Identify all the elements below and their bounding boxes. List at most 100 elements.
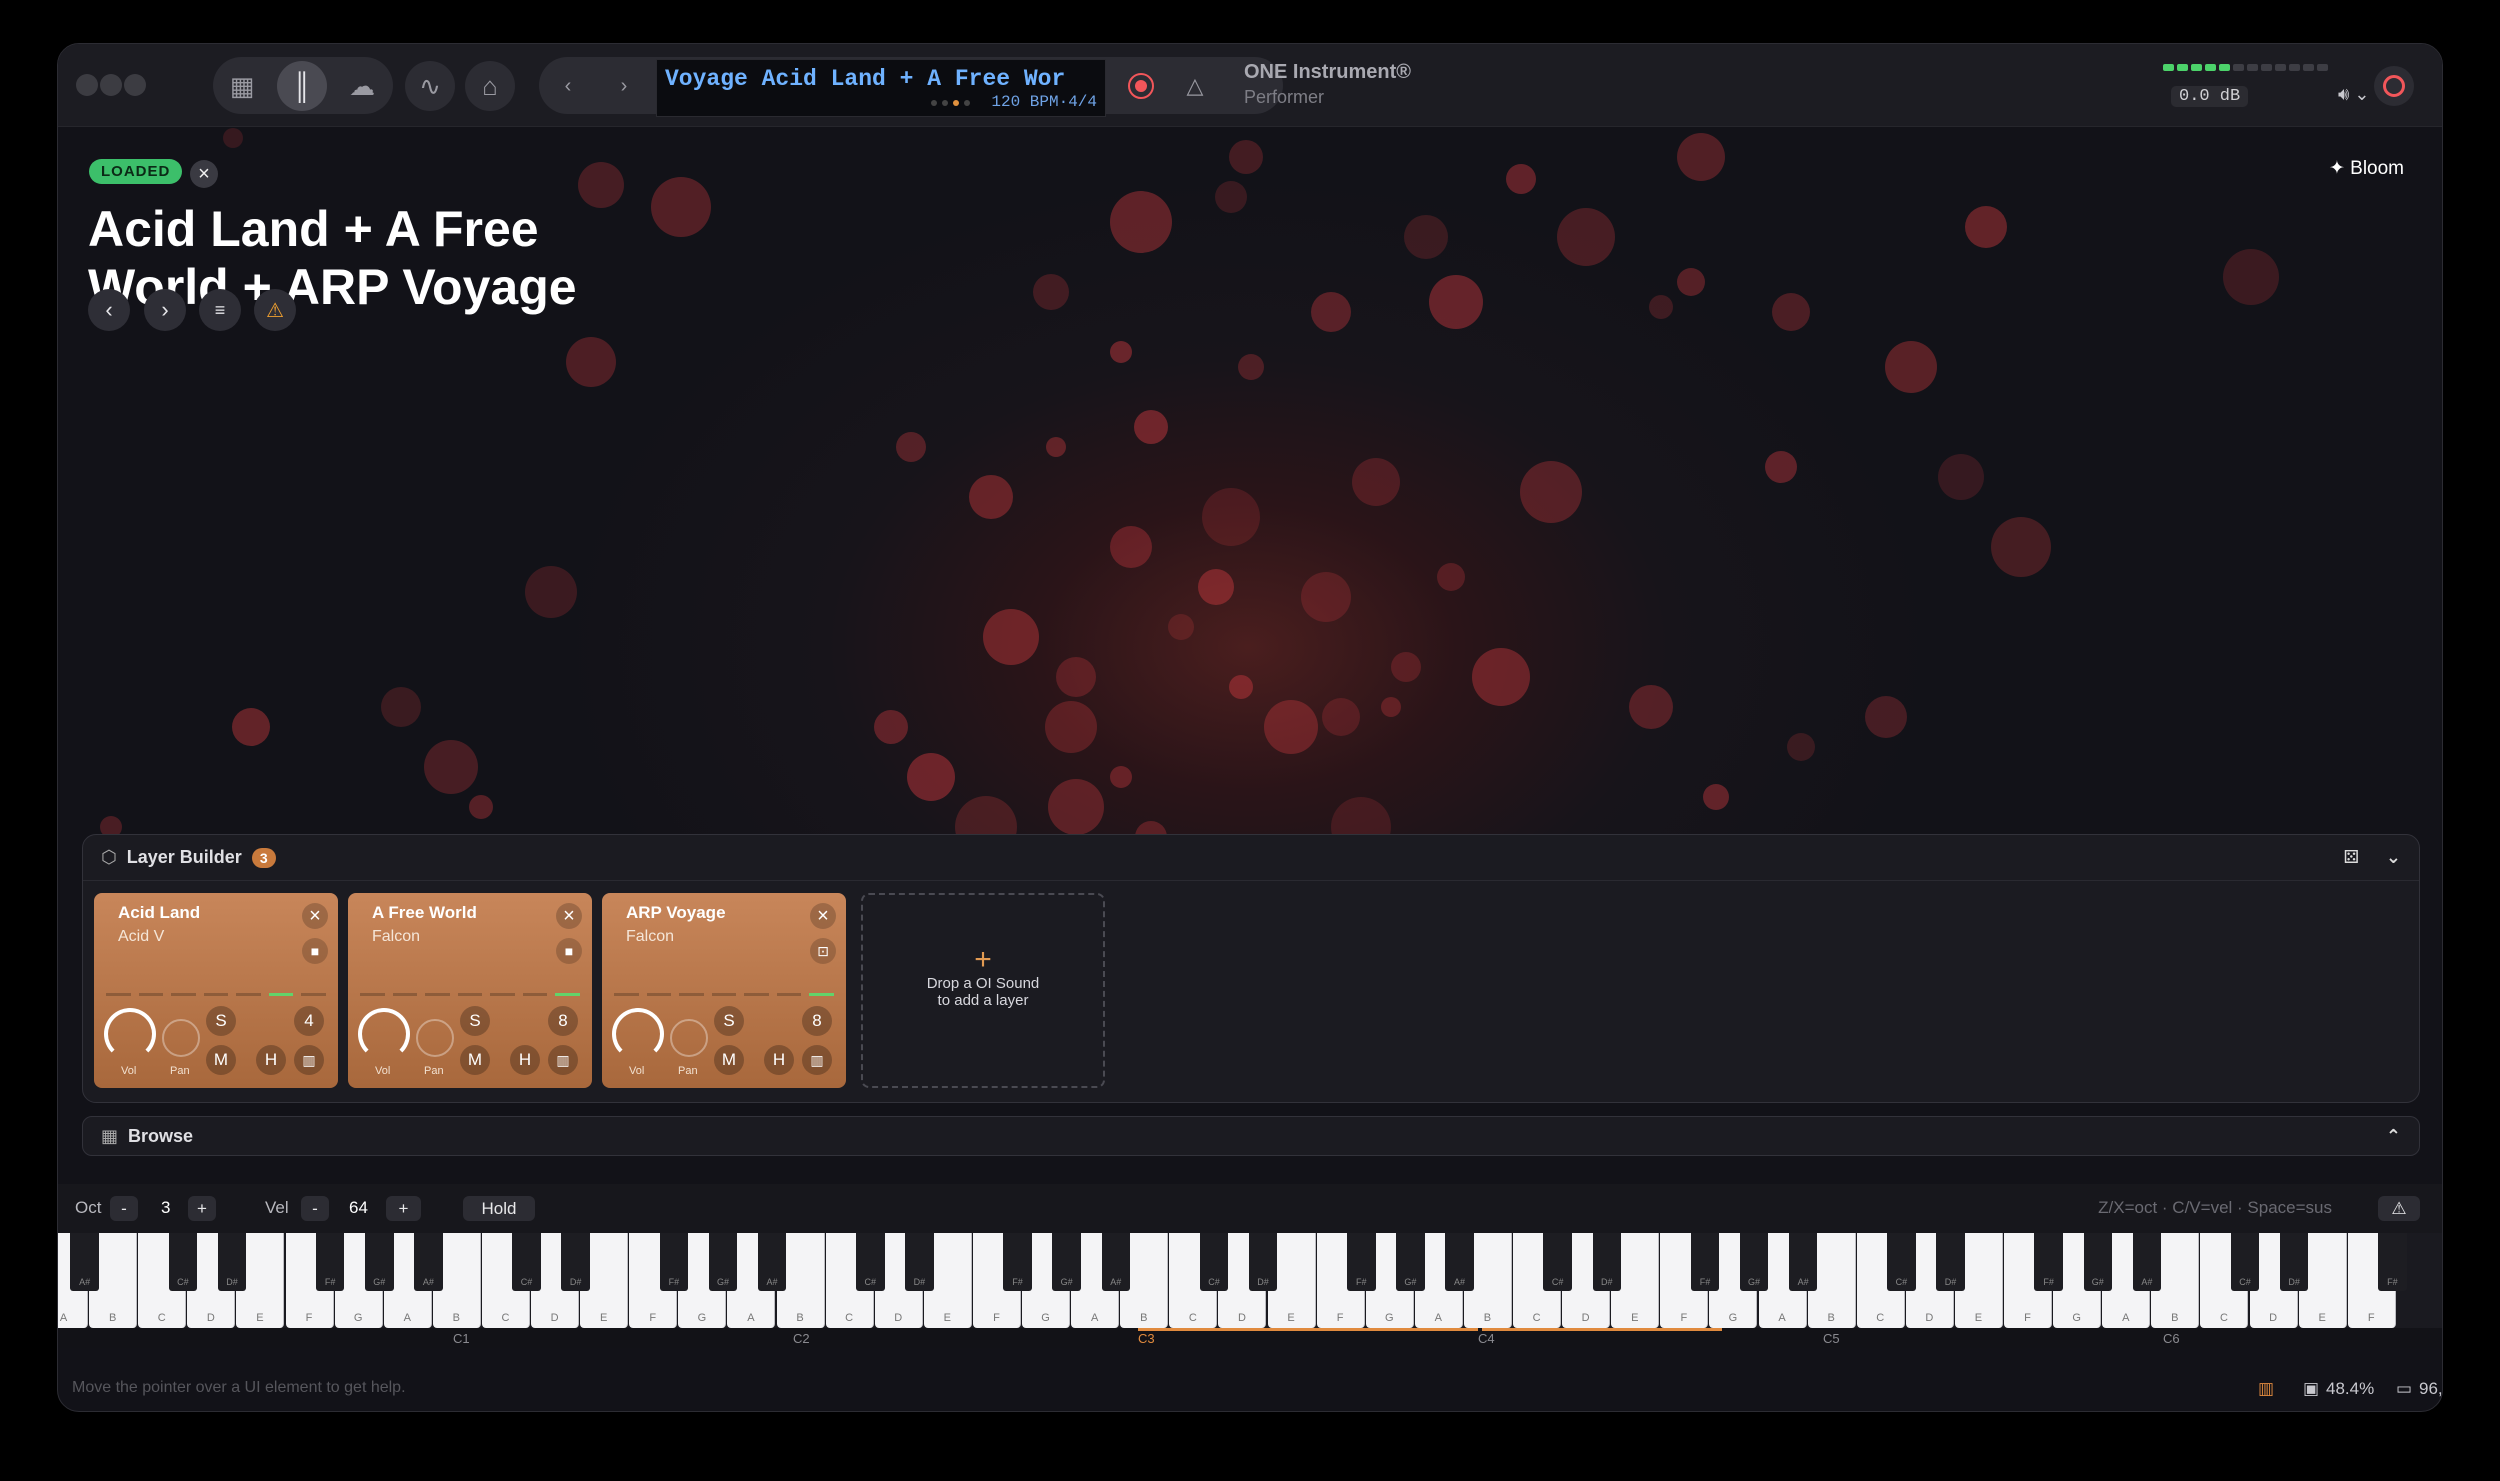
hold-button[interactable]: H: [256, 1045, 286, 1075]
lock-icon[interactable]: ■: [556, 938, 582, 964]
black-key[interactable]: F#: [315, 1233, 345, 1291]
piano-icon[interactable]: ▥: [802, 1045, 832, 1075]
mute-button[interactable]: M: [206, 1045, 236, 1075]
layer-engine: Falcon: [372, 928, 421, 945]
midi-channel[interactable]: 8: [548, 1006, 578, 1036]
pan-knob[interactable]: [416, 1019, 454, 1057]
black-key[interactable]: A#: [1788, 1233, 1818, 1291]
hold-button[interactable]: H: [510, 1045, 540, 1075]
black-key[interactable]: G#: [1396, 1233, 1425, 1291]
black-key[interactable]: G#: [708, 1233, 738, 1291]
layer-drop-zone[interactable]: + Drop a OI Sound to add a layer: [861, 893, 1105, 1088]
black-key[interactable]: A#: [2132, 1233, 2162, 1291]
oct-down-button[interactable]: -: [110, 1196, 138, 1221]
speaker-icon[interactable]: 🔊︎ ⌄: [2338, 84, 2369, 105]
black-key[interactable]: C#: [168, 1233, 198, 1291]
dice-icon[interactable]: ⚄: [2343, 847, 2359, 868]
black-key[interactable]: G#: [365, 1233, 394, 1291]
lock-icon[interactable]: ■: [302, 938, 328, 964]
layer-card[interactable]: A Free World Falcon × ■ Vol Pan S M H 8 …: [348, 893, 592, 1088]
chevron-up-icon[interactable]: ⌃: [2386, 1126, 2401, 1147]
zoom-window-button[interactable]: [124, 74, 146, 96]
black-key[interactable]: A#: [1101, 1233, 1130, 1291]
pan-knob[interactable]: [670, 1019, 708, 1057]
grid-icon[interactable]: ▦: [217, 61, 267, 111]
black-key[interactable]: F#: [659, 1233, 689, 1291]
black-key[interactable]: G#: [1739, 1233, 1769, 1291]
visualizer-mode[interactable]: ✦ Bloom: [2329, 157, 2404, 180]
browse-panel[interactable]: ▦ Browse ⌃: [82, 1116, 2420, 1156]
mute-button[interactable]: M: [460, 1045, 490, 1075]
mute-button[interactable]: M: [714, 1045, 744, 1075]
black-key[interactable]: C#: [2230, 1233, 2260, 1291]
warning-icon[interactable]: ⚠: [254, 289, 296, 331]
solo-button[interactable]: S: [460, 1006, 490, 1036]
black-key[interactable]: D#: [2279, 1233, 2309, 1291]
black-key[interactable]: C#: [1199, 1233, 1229, 1291]
remove-layer-icon[interactable]: ×: [810, 903, 836, 929]
black-key[interactable]: D#: [1248, 1233, 1278, 1291]
user-icon[interactable]: [2374, 66, 2414, 106]
volume-knob[interactable]: [612, 1008, 664, 1060]
black-key[interactable]: D#: [1936, 1233, 1965, 1291]
layer-card[interactable]: Acid Land Acid V × ■ Vol Pan S M H 4 ▥: [94, 893, 338, 1088]
remove-layer-icon[interactable]: ×: [302, 903, 328, 929]
piano-icon[interactable]: ▥: [294, 1045, 324, 1075]
black-key[interactable]: C#: [512, 1233, 541, 1291]
black-key[interactable]: D#: [1592, 1233, 1621, 1291]
prev-icon[interactable]: ‹: [88, 289, 130, 331]
waveform-icon[interactable]: ║: [277, 61, 327, 111]
home-icon[interactable]: ⌂: [465, 61, 515, 111]
black-key[interactable]: A#: [1445, 1233, 1474, 1291]
black-key[interactable]: A#: [757, 1233, 787, 1291]
close-window-button[interactable]: [76, 74, 98, 96]
black-key[interactable]: F#: [1003, 1233, 1032, 1291]
next-icon[interactable]: ›: [144, 289, 186, 331]
prev-preset-icon[interactable]: ‹: [543, 61, 593, 111]
black-key[interactable]: F#: [1690, 1233, 1720, 1291]
sliders-icon[interactable]: ≡: [199, 289, 241, 331]
warning-icon[interactable]: ⚠: [2378, 1196, 2420, 1221]
black-key[interactable]: A#: [414, 1233, 443, 1291]
chevron-down-icon[interactable]: ⌄: [2386, 847, 2401, 868]
hold-button[interactable]: H: [764, 1045, 794, 1075]
black-key[interactable]: D#: [561, 1233, 590, 1291]
black-key[interactable]: C#: [1887, 1233, 1916, 1291]
oct-up-button[interactable]: +: [188, 1196, 216, 1221]
black-key[interactable]: F#: [2034, 1233, 2063, 1291]
solo-button[interactable]: S: [714, 1006, 744, 1036]
volume-knob[interactable]: [358, 1008, 410, 1060]
activity-icon[interactable]: ∿: [405, 61, 455, 111]
next-preset-icon[interactable]: ›: [599, 61, 649, 111]
metronome-icon[interactable]: △: [1170, 61, 1220, 111]
black-key[interactable]: G#: [1052, 1233, 1081, 1291]
pan-knob[interactable]: [162, 1019, 200, 1057]
midi-channel[interactable]: 4: [294, 1006, 324, 1036]
black-key[interactable]: D#: [905, 1233, 934, 1291]
minimize-window-button[interactable]: [100, 74, 122, 96]
midi-channel[interactable]: 8: [802, 1006, 832, 1036]
layer-card[interactable]: ARP Voyage Falcon × ⊡ Vol Pan S M H 8 ▥: [602, 893, 846, 1088]
remove-layer-icon[interactable]: ×: [556, 903, 582, 929]
piano-keyboard[interactable]: A A# B C C# D D# E F F# G G# A A# B C C# D D# E F F# G G# A A# B C C…: [58, 1233, 2442, 1328]
lock-icon[interactable]: ⊡: [810, 938, 836, 964]
unload-icon[interactable]: ×: [190, 160, 218, 188]
vel-up-button[interactable]: +: [386, 1196, 421, 1221]
layer-builder-header[interactable]: ⬡ Layer Builder 3 ⚄ ⌄: [83, 835, 2419, 881]
record-button[interactable]: [1116, 61, 1166, 111]
piano-icon[interactable]: ▥: [548, 1045, 578, 1075]
solo-button[interactable]: S: [206, 1006, 236, 1036]
cloud-icon[interactable]: ☁: [337, 61, 387, 111]
volume-knob[interactable]: [104, 1008, 156, 1060]
piano-icon[interactable]: ▥: [2258, 1379, 2274, 1399]
vel-down-button[interactable]: -: [301, 1196, 329, 1221]
black-key[interactable]: F#: [2378, 1233, 2407, 1291]
black-key[interactable]: C#: [1543, 1233, 1572, 1291]
black-key[interactable]: D#: [217, 1233, 247, 1291]
black-key[interactable]: A#: [70, 1233, 99, 1291]
black-key[interactable]: F#: [1347, 1233, 1376, 1291]
bloom-particle: [1885, 341, 1937, 393]
black-key[interactable]: C#: [856, 1233, 885, 1291]
black-key[interactable]: G#: [2083, 1233, 2112, 1291]
hold-button[interactable]: Hold: [463, 1196, 535, 1221]
